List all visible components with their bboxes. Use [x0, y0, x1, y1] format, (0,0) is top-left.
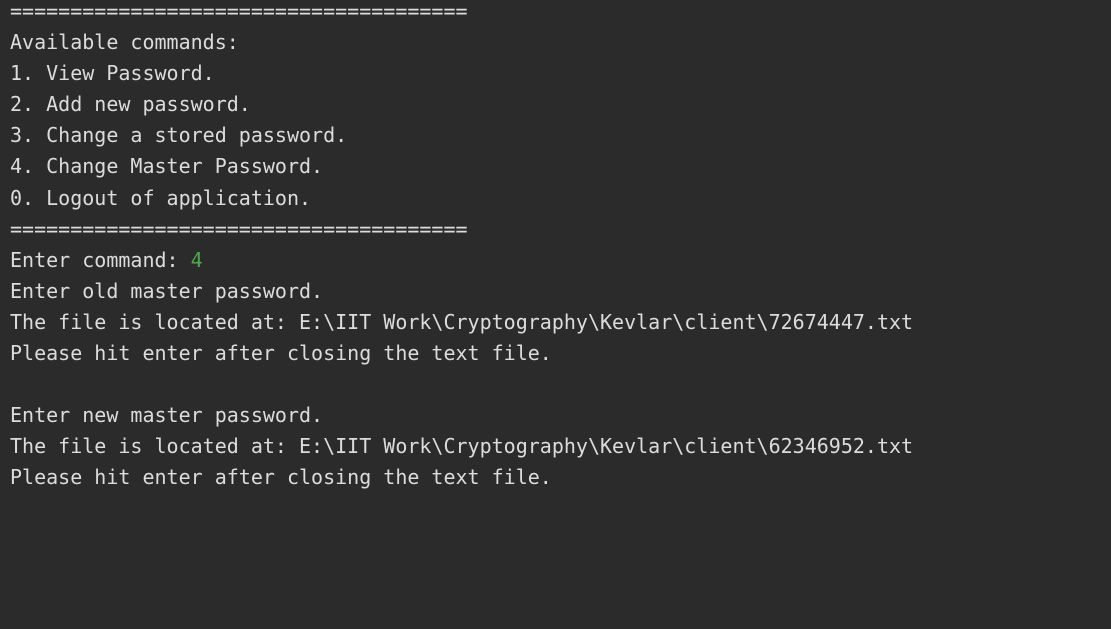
- command-prompt-label: Enter command:: [10, 247, 191, 272]
- console-output[interactable]: ====================================== A…: [0, 0, 1111, 620]
- command-input-value: 4: [190, 247, 203, 272]
